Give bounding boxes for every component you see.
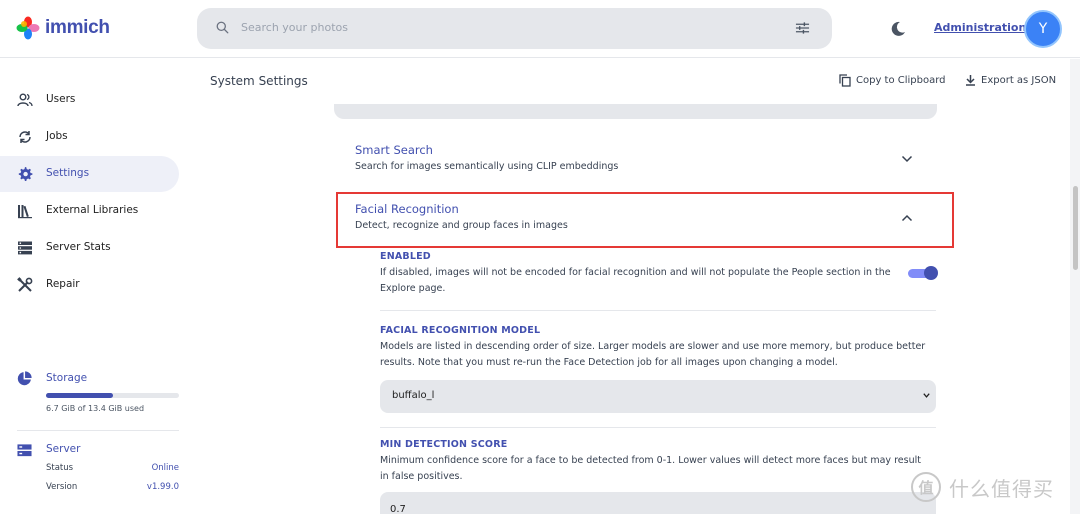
min-detection-score-input[interactable]: 0.7 (380, 492, 936, 514)
setting-label: FACIAL RECOGNITION MODEL (380, 325, 541, 336)
export-json-button[interactable]: Export as JSON (965, 74, 1056, 86)
user-avatar[interactable]: Y (1024, 10, 1062, 48)
model-select-value: buffalo_l (392, 390, 435, 401)
sidebar-item-label: Jobs (46, 130, 68, 142)
setting-description: in false positives. (380, 471, 463, 482)
sidebar-item-label: Users (46, 93, 76, 105)
sidebar-item-label: Settings (46, 167, 90, 179)
server-icon (17, 444, 32, 457)
setting-min-detection-score: MIN DETECTION SCORE Minimum confidence s… (380, 439, 936, 514)
watermark-text: 什么值得买 (949, 476, 1054, 501)
export-json-label: Export as JSON (981, 74, 1057, 86)
chevron-down-icon[interactable] (901, 155, 913, 163)
storage-usage-bar (46, 393, 179, 398)
server-icon (18, 241, 32, 255)
enabled-toggle[interactable] (908, 266, 938, 280)
gear-icon (18, 167, 33, 181)
library-icon (18, 205, 32, 219)
administration-link[interactable]: Administration (934, 21, 1026, 34)
server-title: Server (46, 443, 81, 455)
server-version-label: Version (46, 482, 78, 492)
watermark-badge: 值 (911, 472, 941, 502)
previous-setting-box (334, 104, 937, 119)
highlight-box (336, 192, 954, 248)
page-title: System Settings (210, 74, 308, 88)
theme-toggle-moon-icon[interactable] (889, 20, 907, 38)
immich-logo-icon (16, 16, 40, 40)
users-icon (17, 93, 33, 107)
sidebar: Users Jobs Settings External Libraries S… (0, 59, 196, 514)
download-icon (966, 75, 975, 86)
setting-label: ENABLED (380, 251, 431, 262)
search-input[interactable]: Search your photos (241, 21, 348, 34)
sidebar-item-settings[interactable]: Settings (0, 156, 179, 192)
storage-title: Storage (46, 372, 88, 384)
sidebar-item-external-libraries[interactable]: External Libraries (0, 193, 179, 229)
model-select[interactable]: buffalo_l (380, 380, 936, 413)
main-content: System Settings Copy to Clipboard Export… (196, 59, 1080, 514)
storage-used-text: 6.7 GiB of 13.4 GiB used (46, 404, 145, 413)
setting-description: If disabled, images will not be encoded … (380, 267, 891, 278)
sidebar-item-repair[interactable]: Repair (0, 267, 179, 303)
app-logo[interactable]: immich (16, 15, 110, 41)
copy-icon (839, 74, 851, 87)
server-status-value: Online (151, 463, 179, 473)
setting-enabled: ENABLED If disabled, images will not be … (380, 251, 938, 301)
section-smart-search[interactable]: Smart Search Search for images semantica… (334, 139, 937, 185)
setting-description: Explore page. (380, 283, 446, 294)
min-detection-score-value: 0.7 (390, 504, 406, 514)
toggle-knob (924, 266, 938, 280)
server-status-label: Status (46, 463, 74, 473)
setting-divider (380, 427, 936, 428)
setting-description: Models are listed in descending order of… (380, 341, 926, 352)
app-name: immich (45, 17, 110, 38)
section-title: Smart Search (355, 143, 433, 157)
sync-icon (19, 131, 31, 143)
copy-to-clipboard-label: Copy to Clipboard (856, 75, 946, 86)
tools-icon (17, 277, 33, 292)
storage-usage-fill (46, 393, 113, 398)
sidebar-item-users[interactable]: Users (0, 82, 179, 118)
scrollbar-thumb[interactable] (1073, 186, 1078, 270)
setting-description: results. Note that you must re-run the F… (380, 357, 838, 368)
watermark: 值 什么值得买 (911, 472, 1054, 502)
setting-label: MIN DETECTION SCORE (380, 439, 508, 450)
sidebar-divider (17, 430, 179, 431)
sidebar-item-label: Repair (46, 278, 80, 290)
section-subtitle: Search for images semantically using CLI… (355, 161, 619, 172)
sidebar-item-server-stats[interactable]: Server Stats (0, 230, 179, 266)
filter-tune-icon[interactable] (795, 21, 810, 35)
server-status-row: Status Online (46, 463, 179, 473)
setting-divider (380, 310, 936, 311)
setting-description: Minimum confidence score for a face to b… (380, 455, 921, 466)
main-scrollbar[interactable] (1070, 59, 1080, 514)
search-icon (216, 21, 229, 34)
top-header: immich Search your photos Administration… (0, 0, 1080, 58)
server-version-value[interactable]: v1.99.0 (147, 482, 179, 492)
search-bar[interactable]: Search your photos (197, 8, 832, 49)
server-version-row: Version v1.99.0 (46, 482, 179, 492)
page-toolbar: System Settings Copy to Clipboard Export… (196, 59, 1080, 104)
sidebar-item-jobs[interactable]: Jobs (0, 119, 179, 155)
setting-facial-recognition-model: FACIAL RECOGNITION MODEL Models are list… (380, 325, 936, 417)
chevron-down-icon (923, 393, 930, 398)
copy-to-clipboard-button[interactable]: Copy to Clipboard (839, 74, 946, 87)
pie-chart-icon (17, 371, 32, 386)
sidebar-item-label: External Libraries (46, 204, 139, 216)
sidebar-item-label: Server Stats (46, 241, 111, 253)
